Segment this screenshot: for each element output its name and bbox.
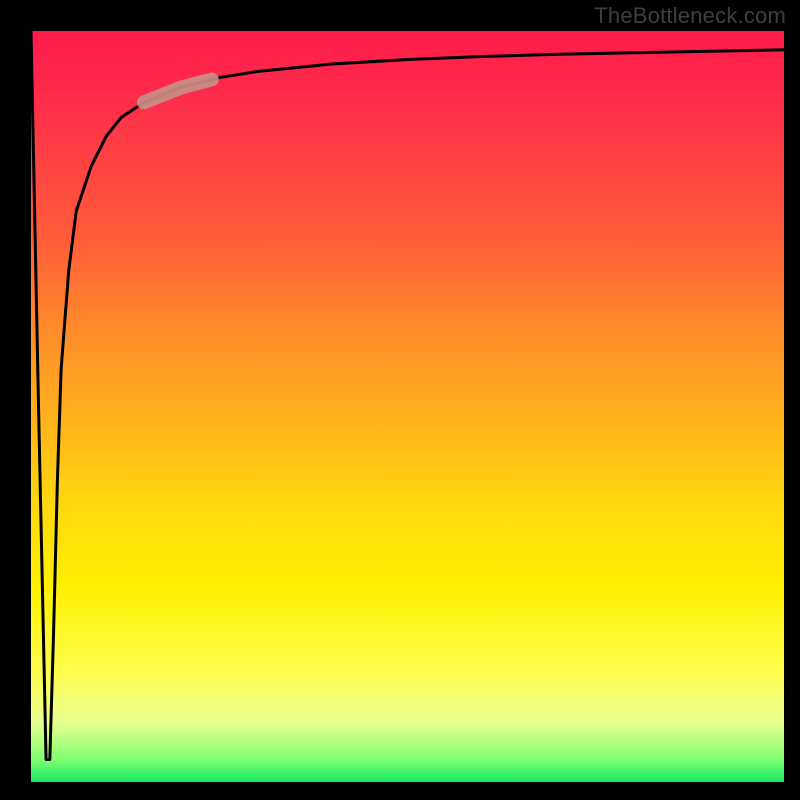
- chart-frame: TheBottleneck.com: [0, 0, 800, 800]
- curve-highlight-segment: [144, 80, 212, 103]
- watermark-text: TheBottleneck.com: [594, 3, 786, 29]
- chart-curve-layer: [31, 31, 784, 782]
- bottleneck-curve: [31, 31, 784, 759]
